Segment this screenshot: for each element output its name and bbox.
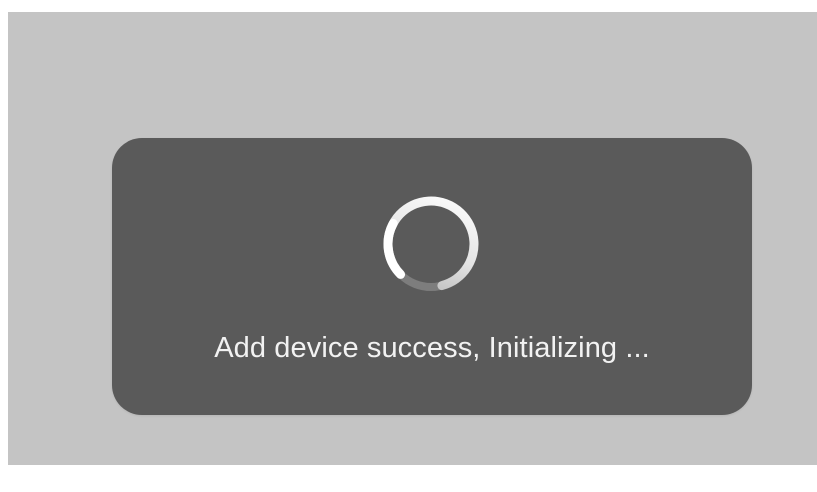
- loading-message: Add device success, Initializing ...: [214, 332, 650, 364]
- loading-dialog: Add device success, Initializing ...: [112, 138, 752, 415]
- loading-spinner-icon: [375, 188, 487, 300]
- screen-overlay-backdrop: Add device success, Initializing ...: [8, 12, 817, 465]
